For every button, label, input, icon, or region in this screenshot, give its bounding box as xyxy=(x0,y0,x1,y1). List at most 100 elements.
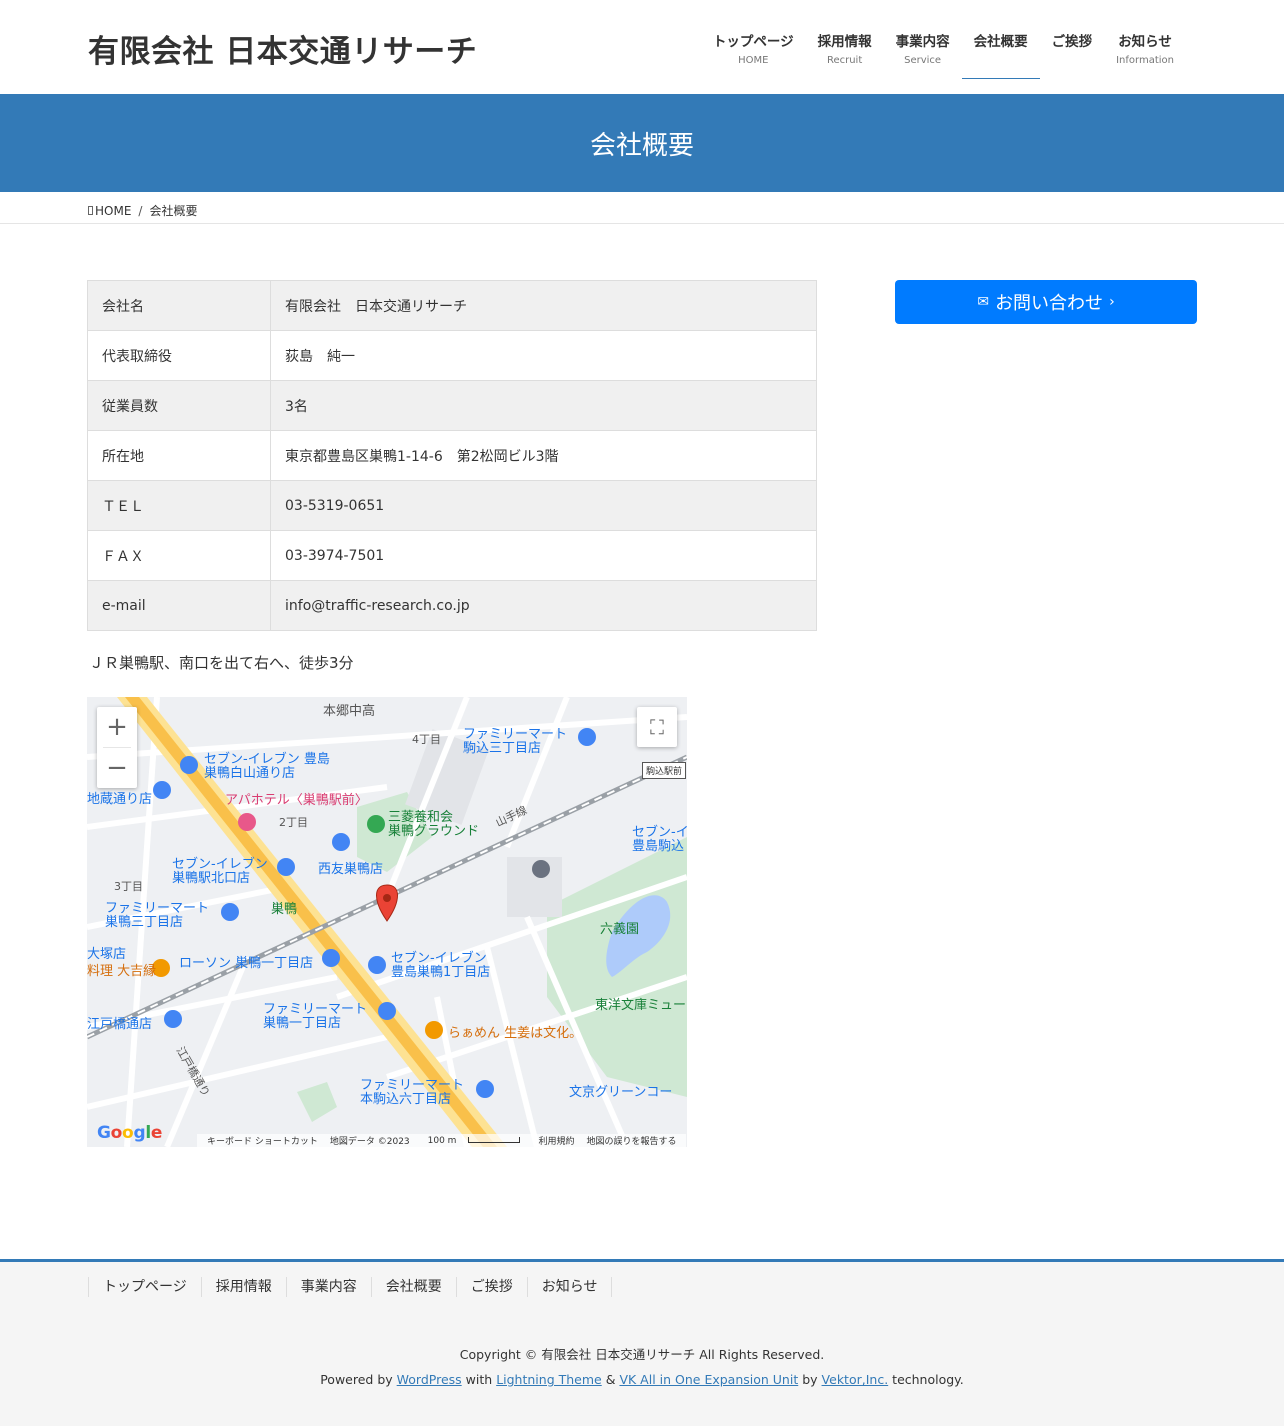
table-row: 代表取締役 荻島 純一 xyxy=(87,330,817,381)
map-label: 4丁目 xyxy=(412,733,441,746)
nav-sublabel: Recruit xyxy=(826,55,863,66)
row-label: ＴＥＬ xyxy=(87,480,271,531)
row-label: 所在地 xyxy=(87,430,271,481)
map-label: 3丁目 xyxy=(114,880,143,893)
map-label: セブン-イレブン 豊島 巣鴨白山通り店 xyxy=(204,752,330,781)
vektor-link[interactable]: Vektor,Inc. xyxy=(822,1372,889,1387)
footer-nav-item[interactable]: ご挨拶 xyxy=(457,1277,528,1297)
map-label: 料理 大吉縁 xyxy=(87,964,157,979)
nav-item-recruit[interactable]: 採用情報 Recruit xyxy=(806,30,884,79)
map-label: セブン-イレブン 巣鴨駅北口店 xyxy=(172,857,268,886)
row-label: ＦＡＸ xyxy=(87,530,271,581)
table-row: ＴＥＬ 03-5319-0651 xyxy=(87,480,817,531)
map-label: ファミリーマート 巣鴨一丁目店 xyxy=(263,1002,368,1031)
map-label: 本郷中高 xyxy=(323,704,376,719)
home-icon xyxy=(88,206,93,215)
small-park xyxy=(297,1082,337,1122)
nav-item-greeting[interactable]: ご挨拶 xyxy=(1040,30,1105,79)
table-row: 従業員数 3名 xyxy=(87,380,817,431)
map-label: ローソン 巣鴨一丁目店 xyxy=(179,956,314,971)
vk-link[interactable]: VK All in One Expansion Unit xyxy=(619,1372,798,1387)
site-footer: トップページ 採用情報 事業内容 会社概要 ご挨拶 お知らせ Copyright… xyxy=(0,1259,1284,1426)
global-nav: トップページ HOME 採用情報 Recruit 事業内容 Service 会社… xyxy=(701,30,1186,79)
access-note: ＪＲ巣鴨駅、南口を出て右へ、徒歩3分 xyxy=(89,654,354,672)
lightning-link[interactable]: Lightning Theme xyxy=(496,1372,602,1387)
fullscreen-button[interactable]: ⛶ xyxy=(637,707,677,747)
nav-label: ご挨拶 xyxy=(1051,34,1093,50)
nav-sublabel: Information xyxy=(1116,55,1174,66)
footer-nav-item[interactable]: お知らせ xyxy=(528,1277,613,1297)
nav-item-top[interactable]: トップページ HOME xyxy=(701,30,806,79)
nav-item-information[interactable]: お知らせ Information xyxy=(1104,30,1186,79)
copyright: Copyright © 有限会社 日本交通リサーチ All Rights Res… xyxy=(459,1347,825,1362)
map-label: アパホテル〈巣鴨駅前〉 xyxy=(225,793,368,808)
map-label: ファミリーマート 駒込三丁目店 xyxy=(463,727,568,756)
map-label: 三菱養和会 巣鴨グラウンド xyxy=(388,810,480,839)
scale-bar xyxy=(468,1137,521,1143)
terms-link[interactable]: 利用規約 xyxy=(538,1134,574,1147)
map-scale-label: 100 m xyxy=(427,1135,457,1146)
mail-icon: ✉ xyxy=(977,294,990,310)
nav-label: 会社概要 xyxy=(973,34,1028,50)
google-map[interactable]: 本郷中高 4丁目 ファミリーマート 駒込三丁目店 セブン-イレブン 豊島 巣鴨白… xyxy=(87,697,687,1147)
google-logo[interactable]: Google xyxy=(97,1123,162,1143)
breadcrumb: HOME / 会社概要 xyxy=(0,192,1284,224)
map-station-label: 駒込駅前 xyxy=(642,762,687,779)
nav-label: お知らせ xyxy=(1118,34,1172,50)
map-label: セブン-イレブン 豊島巣鴨1丁目店 xyxy=(391,951,491,980)
contact-button-label: お問い合わせ xyxy=(995,293,1104,314)
powered-with: with xyxy=(465,1372,493,1387)
map-attribution: キーボード ショートカット 地図データ ©2023 100 m 利用規約 地図の… xyxy=(197,1134,687,1147)
zoom-in-button[interactable]: + xyxy=(97,707,137,747)
wordpress-link[interactable]: WordPress xyxy=(397,1372,462,1387)
company-info-table: 会社名 有限会社 日本交通リサーチ 代表取締役 荻島 純一 従業員数 3名 所在… xyxy=(87,280,817,631)
map-label: 大塚店 xyxy=(87,947,127,962)
nav-sublabel: HOME xyxy=(738,55,769,66)
nav-item-service[interactable]: 事業内容 Service xyxy=(884,30,962,79)
row-label: 従業員数 xyxy=(87,380,271,431)
map-label: 巣鴨 xyxy=(271,902,298,917)
row-value: 03-5319-0651 xyxy=(270,480,817,531)
footer-nav-item[interactable]: トップページ xyxy=(89,1277,202,1297)
map-label: 六義園 xyxy=(600,922,640,937)
row-value: 東京都豊島区巣鴨1-14-6 第2松岡ビル3階 xyxy=(270,430,817,481)
powered-amp: & xyxy=(605,1372,616,1387)
breadcrumb-home-link[interactable]: HOME xyxy=(95,204,131,218)
row-value: 有限会社 日本交通リサーチ xyxy=(270,280,817,331)
row-label: 代表取締役 xyxy=(87,330,271,381)
report-error-link[interactable]: 地図の誤りを報告する xyxy=(586,1134,676,1147)
location-marker[interactable] xyxy=(376,884,398,922)
page-title: 会社概要 xyxy=(589,130,694,161)
site-logo[interactable]: 有限会社 日本交通リサーチ xyxy=(88,26,477,71)
footer-nav: トップページ 採用情報 事業内容 会社概要 ご挨拶 お知らせ xyxy=(88,1277,613,1297)
zoom-out-button[interactable]: − xyxy=(97,748,137,788)
breadcrumb-current: 会社概要 xyxy=(149,204,198,218)
nav-item-company[interactable]: 会社概要 xyxy=(961,30,1040,79)
footer-nav-item[interactable]: 事業内容 xyxy=(287,1277,372,1297)
table-row: 所在地 東京都豊島区巣鴨1-14-6 第2松岡ビル3階 xyxy=(87,430,817,481)
map-label: 地蔵通り店 xyxy=(87,792,153,807)
map-zoom-control: + − xyxy=(97,707,137,788)
contact-button[interactable]: ✉ お問い合わせ › xyxy=(895,280,1197,324)
map-label: らぁめん 生姜は文化。 xyxy=(448,1026,583,1041)
map-data-credit: 地図データ ©2023 xyxy=(329,1137,410,1147)
map-label: 東洋文庫ミュー xyxy=(595,998,687,1013)
footer-nav-item[interactable]: 会社概要 xyxy=(372,1277,457,1297)
breadcrumb-separator: / xyxy=(138,203,143,218)
powered-by: Powered by WordPress with Lightning Them… xyxy=(0,1372,1284,1387)
row-value: 03-3974-7501 xyxy=(270,530,817,581)
map-scale[interactable]: 100 m xyxy=(422,1136,527,1146)
breadcrumb-list: HOME / 会社概要 xyxy=(88,202,197,219)
table-row: 会社名 有限会社 日本交通リサーチ xyxy=(87,280,817,331)
site-header: 有限会社 日本交通リサーチ トップページ HOME 採用情報 Recruit 事… xyxy=(0,0,1284,94)
powered-suffix: technology. xyxy=(892,1372,964,1387)
page-header: 会社概要 xyxy=(0,94,1284,192)
map-label: 文京グリーンコー xyxy=(569,1085,673,1100)
nav-label: トップページ xyxy=(712,34,794,50)
chevron-right-icon: › xyxy=(1109,294,1115,310)
row-value: 荻島 純一 xyxy=(270,330,817,381)
footer-nav-item[interactable]: 採用情報 xyxy=(202,1277,287,1297)
map-label: 2丁目 xyxy=(279,816,308,829)
marker-dot xyxy=(383,894,391,902)
keyboard-shortcuts-link[interactable]: キーボード ショートカット xyxy=(207,1134,318,1147)
